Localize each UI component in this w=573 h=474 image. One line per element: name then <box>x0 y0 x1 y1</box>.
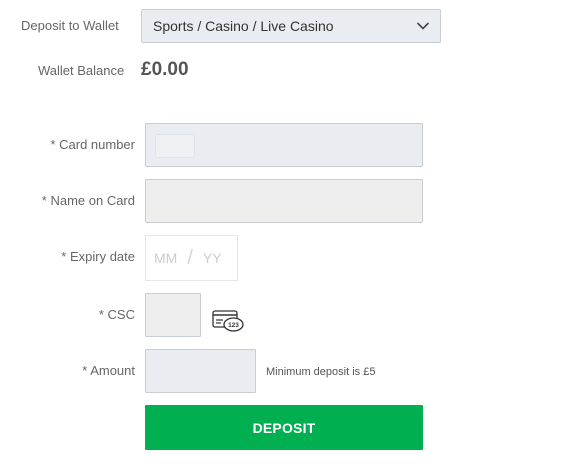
card-number-input[interactable] <box>145 123 423 167</box>
svg-text:123: 123 <box>228 322 239 329</box>
expiry-month-input[interactable]: MM <box>154 250 177 266</box>
expiry-separator: / <box>187 246 193 269</box>
wallet-balance-label: Wallet Balance <box>38 63 125 78</box>
wallet-select-value: Sports / Casino / Live Casino <box>153 18 334 34</box>
csc-input[interactable] <box>145 293 201 337</box>
amount-label: * Amount <box>82 363 135 378</box>
csc-card-icon: 123 <box>212 310 244 332</box>
name-on-card-label: * Name on Card <box>41 193 135 208</box>
amount-input[interactable] <box>145 349 256 393</box>
deposit-wallet-label: Deposit to Wallet <box>21 18 119 33</box>
wallet-select[interactable]: Sports / Casino / Live Casino <box>141 9 441 43</box>
card-placeholder-icon <box>155 134 195 158</box>
chevron-down-icon <box>416 22 430 30</box>
deposit-button[interactable]: DEPOSIT <box>145 405 423 450</box>
name-on-card-input[interactable] <box>145 179 423 223</box>
expiry-date-field[interactable]: MM / YY <box>145 235 238 281</box>
csc-label: * CSC <box>98 307 135 322</box>
wallet-balance-value: £0.00 <box>141 59 189 80</box>
expiry-date-label: * Expiry date <box>61 249 135 264</box>
card-number-label: * Card number <box>50 137 135 152</box>
minimum-deposit-hint: Minimum deposit is £5 <box>266 366 376 378</box>
expiry-year-input[interactable]: YY <box>203 250 222 266</box>
